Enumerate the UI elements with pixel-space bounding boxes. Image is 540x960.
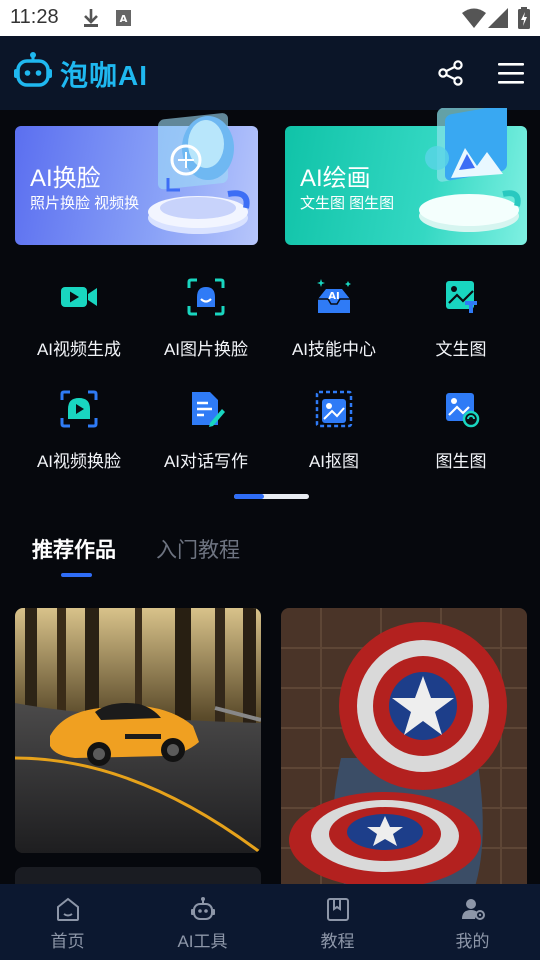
home-icon: [57, 897, 79, 921]
app-screen: 11:28 A 泡咖AI AI换脸 照片换脸 视频换 AI绘画 文生图 图生图 …: [0, 0, 540, 960]
share-icon[interactable]: [438, 60, 464, 86]
ai-drawing-banner[interactable]: AI绘画 文生图 图生图: [285, 108, 527, 245]
tool-ai-image-face-swap[interactable]: AI图片换脸: [142, 277, 270, 377]
tool-label: AI技能中心: [291, 340, 377, 359]
gallery-card-sports-car[interactable]: [15, 608, 261, 853]
tool-ai-video-face-swap[interactable]: AI视频换脸: [15, 389, 143, 489]
tool-label: AI视频换脸: [36, 452, 122, 471]
status-bar: 11:28 A: [0, 0, 540, 36]
sports-car-image: [15, 608, 261, 853]
app-title: 泡咖AI: [60, 60, 149, 91]
wifi-icon: [462, 8, 486, 28]
signal-icon: [488, 8, 508, 28]
banner-title: AI换脸: [30, 165, 101, 192]
video-camera-icon: [61, 287, 97, 307]
nav-tutorial[interactable]: 教程: [270, 884, 405, 960]
face-swap-banner[interactable]: AI换脸 照片换脸 视频换: [15, 113, 258, 245]
tool-text-to-image[interactable]: 文生图: [397, 277, 525, 377]
user-settings-icon: [462, 899, 485, 920]
status-time: 11:28: [10, 6, 59, 28]
app-a-icon: A: [116, 10, 131, 26]
book-icon: [327, 898, 349, 921]
image-to-image-icon: [446, 393, 480, 428]
banner-title: AI绘画: [300, 165, 371, 192]
tool-ai-video-generate[interactable]: AI视频生成: [15, 277, 143, 377]
tool-label: AI抠图: [308, 452, 360, 471]
svg-text:A: A: [120, 14, 128, 25]
tools-pager: [234, 494, 309, 499]
nav-label: 首页: [50, 932, 85, 951]
document-edit-icon: [192, 392, 225, 427]
nav-label: 教程: [320, 932, 355, 951]
app-bar: 泡咖AI: [0, 36, 540, 110]
tab-recommended-works[interactable]: 推荐作品: [32, 534, 116, 564]
nav-label: AI工具: [177, 932, 228, 951]
menu-icon[interactable]: [497, 61, 525, 85]
text-to-image-icon: [446, 281, 477, 313]
banner-subtitle: 文生图 图生图: [300, 195, 395, 212]
cutout-image-icon: [315, 390, 353, 428]
svg-text:AI: AI: [328, 291, 339, 302]
tool-label: AI对话写作: [163, 452, 249, 471]
download-icon: [84, 9, 98, 27]
tool-label: AI图片换脸: [163, 340, 249, 359]
tab-indicator: [61, 573, 92, 577]
tool-label: 文生图: [435, 340, 487, 359]
nav-label: 我的: [455, 932, 490, 951]
tab-beginner-tutorial[interactable]: 入门教程: [156, 534, 240, 564]
face-scan-icon: [187, 278, 225, 316]
battery-icon: [518, 7, 530, 29]
tool-image-to-image[interactable]: 图生图: [397, 389, 525, 489]
nav-ai-tools[interactable]: AI工具: [135, 884, 270, 960]
tool-ai-chat-writing[interactable]: AI对话写作: [142, 389, 270, 489]
bottom-nav: 首页 AI工具 教程 我的: [0, 884, 540, 960]
gallery-3d-illustration: [419, 108, 521, 232]
tool-ai-skill-center[interactable]: AI AI技能中心: [270, 277, 398, 377]
robot-icon: [191, 897, 215, 920]
robot-logo-icon: [14, 52, 52, 87]
video-face-icon: [60, 390, 98, 428]
tool-label: AI视频生成: [36, 340, 122, 359]
tool-label: 图生图: [435, 452, 487, 471]
nav-mine[interactable]: 我的: [405, 884, 540, 960]
gallery-card-shield-toilet[interactable]: [281, 608, 527, 898]
nav-home[interactable]: 首页: [0, 884, 135, 960]
ai-inbox-icon: AI: [317, 279, 351, 313]
pager-active-dot: [234, 494, 264, 499]
banner-subtitle: 照片换脸 视频换: [30, 195, 140, 212]
face-scan-3d-illustration: [148, 113, 250, 234]
shield-toilet-image: [281, 608, 527, 898]
tool-ai-cutout[interactable]: AI抠图: [270, 389, 398, 489]
